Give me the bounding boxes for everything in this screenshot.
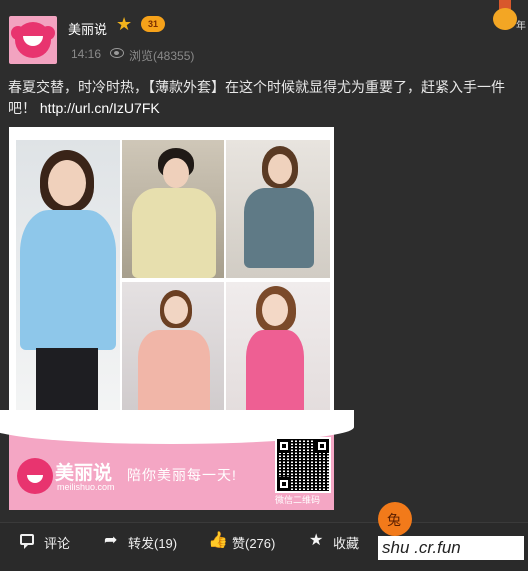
brand-slogan: 陪你美丽每一天! [127,467,237,483]
photo-floral-jacket [226,140,330,278]
post-image[interactable]: 美丽说 meilishuo.com 陪你美丽每一天! 微信二维码 [0,127,354,510]
photo-pink-patterned-jacket [122,282,224,420]
star-icon: ★ [309,532,324,549]
brand-url: meilishuo.com [57,482,115,492]
watermark-logo-icon [378,502,412,536]
post-link[interactable]: http://url.cn/IzU7FK [40,100,160,116]
post-time[interactable]: 14:16 [71,47,101,61]
repost-button[interactable]: ➦ 转发(19) [104,532,184,552]
photo-pink-blazer [226,282,330,420]
brand-logo-icon [17,458,53,494]
photo-beige-jacket [122,140,224,278]
brand-name: 美丽说 [55,463,113,484]
watermark-site-text: shu .cr.fun [382,538,461,557]
qr-code-icon [275,437,331,493]
comment-icon [20,534,34,549]
view-count: 浏览(48355) [129,49,195,63]
qr-label: 微信二维码 [275,495,321,505]
share-arrow-icon: ➦ [104,532,118,549]
star-badge-icon[interactable]: ★ [116,15,132,33]
avatar[interactable] [9,16,57,64]
thumbs-up-icon: 👍 [208,532,228,549]
vip-level-badge[interactable]: 31 [141,16,165,32]
weibo-post-card: 美丽说 ★ 31 年 14:16 浏览(48355) 春夏交替，时冷时热，【薄款… [0,0,528,571]
eye-icon [110,48,124,58]
year-badge-label: 年 [516,21,526,32]
photo-blue-jacket [16,140,120,420]
post-text: 春夏交替，时冷时热，【薄款外套】在这个时候就显得尤为重要了，赶紧入手一件吧！ h… [8,77,520,119]
like-button[interactable]: 👍 赞(276) [208,532,284,552]
author-name[interactable]: 美丽说 [68,19,107,38]
comment-button[interactable]: 评论 [20,532,80,552]
favorite-button[interactable]: ★ 收藏 [309,532,369,552]
site-watermark: shu .cr.fun [374,500,524,562]
